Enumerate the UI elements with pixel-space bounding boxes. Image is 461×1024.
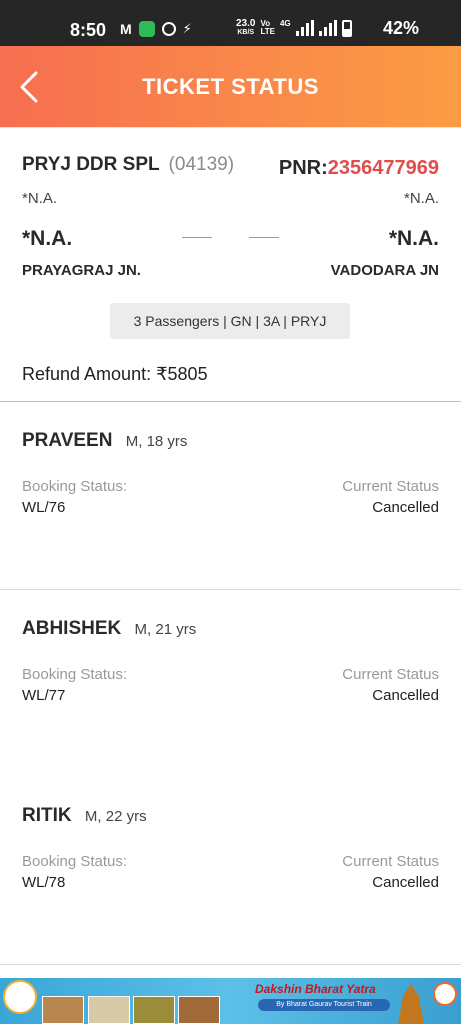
departure-time: *N.A. — [22, 227, 73, 250]
app-notification-icon — [138, 21, 155, 37]
to-station: VADODARA JN — [330, 262, 439, 279]
temple-image — [88, 996, 130, 1024]
booking-summary-chip: 3 Passengers | GN | 3A | PRYJ — [110, 303, 350, 339]
passenger-name: ABHISHEK M, 21 yrs — [22, 618, 196, 640]
temple-image — [133, 996, 175, 1024]
booking-status-label: Booking Status: — [22, 853, 128, 870]
booking-status-label: Booking Status: — [22, 666, 128, 683]
pnr: PNR:2356477969 — [279, 157, 439, 180]
speed-value: 23.0 — [236, 18, 256, 29]
status-time: 8:50 — [70, 20, 107, 40]
ad-banner[interactable]: Dakshin Bharat Yatra By Bharat Gaurav To… — [0, 978, 461, 1024]
temple-tower-icon — [398, 984, 424, 1024]
signal-strength-icon — [295, 20, 314, 36]
battery-percent: 42% — [382, 18, 419, 38]
train-name-text: PRYJ DDR SPL — [22, 154, 160, 175]
passenger-card: ABHISHEK M, 21 yrs Booking Status: WL/77… — [0, 590, 461, 778]
status-bar: 8:50 M ⚡ 23.0 KB/S Vo LTE 4G 42% — [0, 0, 461, 46]
volte-indicator: Vo LTE — [260, 20, 275, 36]
gmail-icon: M — [120, 21, 132, 37]
signal-strength-2-icon — [318, 20, 337, 36]
irctc-logo-icon — [433, 982, 457, 1006]
current-status-label: Current Status — [342, 478, 439, 495]
passenger-name: PRAVEEN M, 18 yrs — [22, 430, 187, 452]
departure-date: *N.A. — [22, 190, 58, 207]
pnr-value[interactable]: 2356477969 — [328, 157, 439, 179]
passenger-card: PRAVEEN M, 18 yrs Booking Status: WL/76 … — [0, 402, 461, 590]
train-number: (04139) — [168, 154, 235, 175]
banner-subtitle: By Bharat Gaurav Tourist Train — [258, 999, 390, 1011]
passenger-name-text: PRAVEEN — [22, 430, 113, 451]
passenger-meta: M, 18 yrs — [125, 433, 188, 450]
arrival-date: *N.A. — [403, 190, 439, 207]
route-dash-right — [249, 237, 279, 238]
train-info-card: PRYJ DDR SPL (04139) PNR:2356477969 *N.A… — [0, 127, 461, 358]
battery-icon — [341, 19, 352, 37]
app-header: TICKET STATUS — [0, 46, 461, 127]
passenger-name-text: RITIK — [22, 805, 72, 826]
current-status-value: Cancelled — [372, 687, 439, 704]
page-title: TICKET STATUS — [142, 74, 319, 99]
passenger-meta: M, 22 yrs — [84, 808, 147, 825]
refund-amount: Refund Amount: ₹5805 — [22, 364, 208, 384]
train-name: PRYJ DDR SPL (04139) — [22, 154, 234, 176]
current-status-label: Current Status — [342, 666, 439, 683]
temple-image — [42, 996, 84, 1024]
speed-unit: KB/S — [237, 29, 255, 36]
current-status-value: Cancelled — [372, 499, 439, 516]
current-status-value: Cancelled — [372, 874, 439, 891]
status-left-icons: M ⚡ — [120, 21, 192, 37]
arrival-time: *N.A. — [388, 227, 439, 250]
banner-logo-icon — [3, 980, 37, 1014]
pnr-label: PNR: — [278, 157, 328, 179]
from-station: PRAYAGRAJ JN. — [22, 262, 141, 279]
status-right-icons: 23.0 KB/S Vo LTE 4G — [236, 19, 352, 37]
current-status-label: Current Status — [342, 853, 439, 870]
network-speed: 23.0 KB/S — [236, 19, 255, 37]
passenger-card: RITIK M, 22 yrs Booking Status: WL/78 Cu… — [0, 777, 461, 965]
passenger-name-text: ABHISHEK — [22, 618, 122, 639]
passenger-meta: M, 21 yrs — [134, 621, 197, 638]
banner-title: Dakshin Bharat Yatra — [255, 982, 376, 996]
booking-status-value: WL/78 — [22, 874, 66, 891]
flash-icon: ⚡ — [182, 21, 192, 36]
passenger-name: RITIK M, 22 yrs — [22, 805, 147, 827]
booking-status-value: WL/77 — [22, 687, 66, 704]
temple-image — [178, 996, 220, 1024]
booking-status-value: WL/76 — [22, 499, 66, 516]
network-type: 4G — [279, 19, 291, 28]
booking-status-label: Booking Status: — [22, 478, 128, 495]
route-dash-left — [182, 237, 212, 238]
lte-label: LTE — [260, 27, 275, 36]
data-saver-icon — [161, 22, 176, 36]
refund-row: Refund Amount: ₹5805 — [0, 358, 461, 402]
